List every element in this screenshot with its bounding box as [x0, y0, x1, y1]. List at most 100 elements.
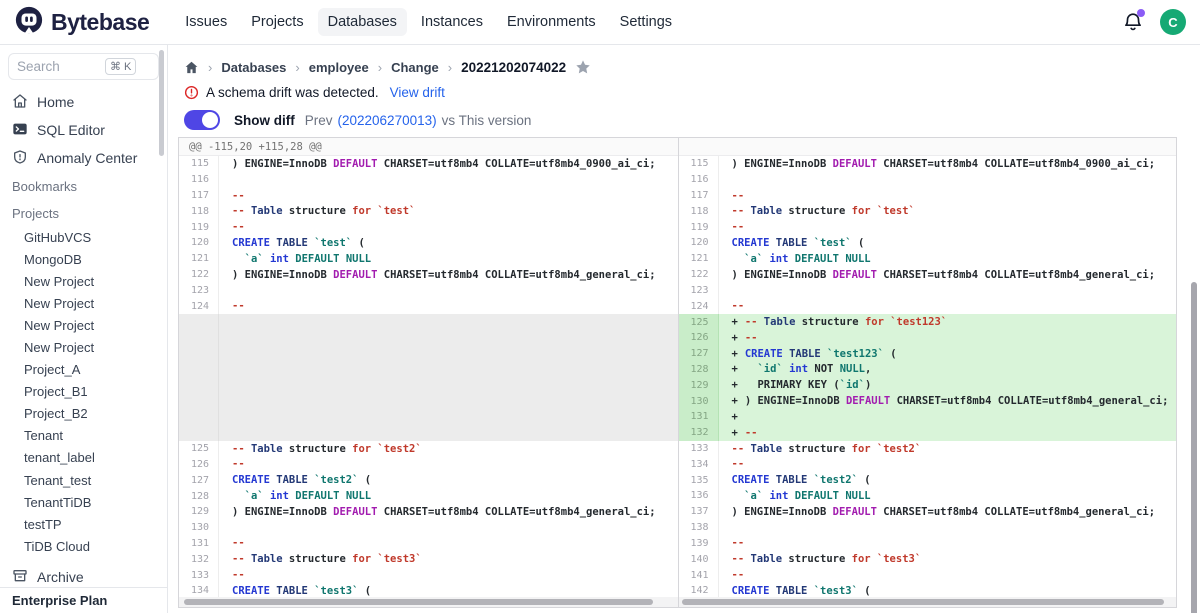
bytebase-logo[interactable]: Bytebase	[14, 5, 149, 40]
user-avatar[interactable]: C	[1160, 9, 1186, 35]
sidebar-scrollbar[interactable]	[159, 50, 164, 156]
line-number: 134	[679, 456, 719, 472]
line-number: 131	[679, 409, 719, 425]
line-number: 128	[679, 362, 719, 378]
line-number: 116	[679, 172, 719, 188]
diff-code-line: 133-- Table structure for `test2`	[679, 441, 1177, 457]
line-number: 125	[679, 314, 719, 330]
project-item[interactable]: MongoDB	[0, 248, 167, 270]
line-number: 120	[679, 235, 719, 251]
project-item[interactable]: Tenant	[0, 425, 167, 447]
navbar-right: C	[1122, 9, 1186, 35]
bytebase-logo-icon	[14, 5, 44, 40]
breadcrumb-separator: ›	[378, 60, 382, 75]
project-item[interactable]: TiDB Cloud	[0, 535, 167, 557]
project-item[interactable]: New Project	[0, 336, 167, 358]
line-number: 115	[679, 156, 719, 172]
line-number: 131	[179, 536, 219, 552]
line-number: 118	[179, 203, 219, 219]
diff-code-line: 140-- Table structure for `test3`	[679, 551, 1177, 567]
notification-badge	[1137, 9, 1145, 17]
breadcrumb-item-change[interactable]: Change	[391, 60, 439, 75]
project-item[interactable]: New Project	[0, 314, 167, 336]
nav-item-instances[interactable]: Instances	[411, 8, 493, 36]
bookmarks-section-label: Bookmarks	[0, 174, 167, 199]
project-item[interactable]: Project_B2	[0, 403, 167, 425]
diff-code-line: 119--	[179, 219, 678, 235]
breadcrumb-home-icon[interactable]	[184, 60, 199, 75]
diff-code-line: 125-- Table structure for `test2`	[179, 441, 678, 457]
left-horizontal-scrollbar[interactable]	[179, 597, 678, 607]
view-drift-link[interactable]: View drift	[390, 85, 445, 100]
diff-code-line: 123	[679, 283, 1177, 299]
line-number: 116	[179, 172, 219, 188]
show-diff-toggle[interactable]	[184, 110, 220, 130]
alert-message: A schema drift was detected.	[206, 85, 379, 100]
project-item[interactable]: New Project	[0, 292, 167, 314]
search-input[interactable]	[17, 59, 101, 74]
diff-code-line: 132-- Table structure for `test3`	[179, 551, 678, 567]
nav-item-projects[interactable]: Projects	[241, 8, 313, 36]
alert-exclamation-icon	[184, 85, 199, 100]
breadcrumb-separator: ›	[448, 60, 452, 75]
diff-code-line: 142CREATE TABLE `test3` (	[679, 583, 1177, 597]
notification-bell-icon[interactable]	[1122, 11, 1144, 33]
prev-label: Prev	[305, 113, 333, 128]
sidebar-item-sql-editor[interactable]: SQL Editor	[0, 116, 167, 144]
sidebar: ⌘ K Home SQL Editor	[0, 45, 168, 613]
main-content: › Databases › employee › Change › 202212…	[168, 45, 1200, 613]
project-item[interactable]: tenant_label	[0, 447, 167, 469]
project-item[interactable]: New Project	[0, 270, 167, 292]
diff-right-rows: 115) ENGINE=InnoDB DEFAULT CHARSET=utf8m…	[679, 156, 1177, 597]
show-diff-label: Show diff	[234, 113, 295, 128]
main-nav: IssuesProjectsDatabasesInstancesEnvironm…	[175, 8, 682, 36]
line-number: 124	[679, 298, 719, 314]
nav-item-issues[interactable]: Issues	[175, 8, 237, 36]
sql-editor-icon	[12, 121, 28, 140]
line-number: 127	[679, 346, 719, 362]
project-item[interactable]: testTP	[0, 513, 167, 535]
project-item[interactable]: GitHubVCS	[0, 226, 167, 248]
line-number: 142	[679, 583, 719, 597]
breadcrumb-item-employee[interactable]: employee	[309, 60, 369, 75]
breadcrumb: › Databases › employee › Change › 202212…	[168, 45, 1200, 75]
scrollbar-thumb[interactable]	[682, 599, 1165, 605]
diff-code-line: 117--	[179, 188, 678, 204]
line-number: 139	[679, 536, 719, 552]
scrollbar-thumb[interactable]	[184, 599, 653, 605]
project-item[interactable]: Project_B1	[0, 381, 167, 403]
nav-item-settings[interactable]: Settings	[610, 8, 682, 36]
search-box[interactable]: ⌘ K	[8, 53, 159, 80]
diff-pane-previous: @@ -115,20 +115,28 @@ 115) ENGINE=InnoDB…	[179, 138, 678, 607]
breadcrumb-current-version: 20221202074022	[461, 60, 566, 75]
diff-code-line: 116	[679, 172, 1177, 188]
diff-added-line: 131+	[679, 409, 1177, 425]
project-item[interactable]: TenantTiDB	[0, 491, 167, 513]
bookmark-star-icon[interactable]	[575, 59, 591, 75]
prev-version-link[interactable]: (202206270013)	[338, 113, 437, 128]
plan-badge: Enterprise Plan	[0, 587, 167, 613]
sidebar-item-home[interactable]: Home	[0, 88, 167, 116]
nav-item-environments[interactable]: Environments	[497, 8, 606, 36]
project-item[interactable]: Project_A	[0, 359, 167, 381]
line-number: 119	[679, 219, 719, 235]
diff-code-line: 126--	[179, 456, 678, 472]
line-number: 125	[179, 441, 219, 457]
page-vertical-scrollbar[interactable]	[1191, 282, 1197, 613]
line-number: 124	[179, 298, 219, 314]
breadcrumb-item-databases[interactable]: Databases	[221, 60, 286, 75]
diff-code-line: 130	[179, 520, 678, 536]
diff-added-line: 128+ `id` int NOT NULL,	[679, 362, 1177, 378]
sidebar-item-anomaly-center[interactable]: Anomaly Center	[0, 144, 167, 172]
diff-code-line: 135CREATE TABLE `test2` (	[679, 472, 1177, 488]
line-number: 130	[679, 393, 719, 409]
line-number: 132	[679, 425, 719, 441]
bytebase-app: Bytebase IssuesProjectsDatabasesInstance…	[0, 0, 1200, 613]
diff-code-line: 123	[179, 283, 678, 299]
line-number: 121	[679, 251, 719, 267]
diff-code-line: 129) ENGINE=InnoDB DEFAULT CHARSET=utf8m…	[179, 504, 678, 520]
right-horizontal-scrollbar[interactable]	[679, 597, 1177, 607]
nav-item-databases[interactable]: Databases	[318, 8, 407, 36]
diff-code-line: 119--	[679, 219, 1177, 235]
project-item[interactable]: Tenant_test	[0, 469, 167, 491]
